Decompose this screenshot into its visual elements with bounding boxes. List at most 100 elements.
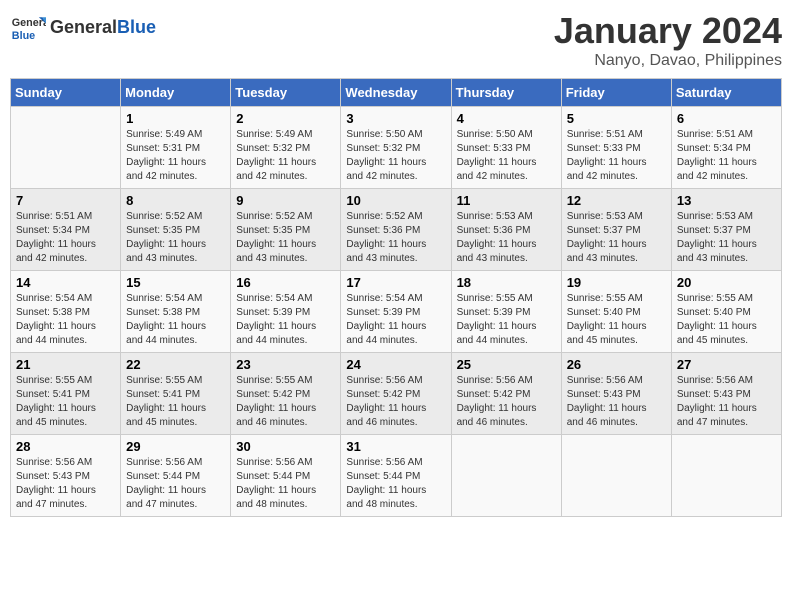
calendar-cell: 14Sunrise: 5:54 AMSunset: 5:38 PMDayligh…: [11, 271, 121, 353]
day-number: 27: [677, 357, 776, 372]
day-number: 16: [236, 275, 335, 290]
calendar-cell: [561, 435, 671, 517]
calendar-cell: 22Sunrise: 5:55 AMSunset: 5:41 PMDayligh…: [121, 353, 231, 435]
day-info: Sunrise: 5:56 AMSunset: 5:44 PMDaylight:…: [346, 456, 445, 512]
day-info: Sunrise: 5:55 AMSunset: 5:42 PMDaylight:…: [236, 374, 335, 430]
day-header-thursday: Thursday: [451, 79, 561, 107]
day-info: Sunrise: 5:50 AMSunset: 5:33 PMDaylight:…: [457, 128, 556, 184]
day-info: Sunrise: 5:53 AMSunset: 5:37 PMDaylight:…: [677, 210, 776, 266]
calendar-cell: 26 Sunrise: 5:56 AMSunset: 5:43 PMDayligh…: [561, 353, 671, 435]
calendar-cell: 20 Sunrise: 5:55 AMSunset: 5:40 PMDayligh…: [671, 271, 781, 353]
day-number: 12: [567, 193, 666, 208]
calendar-cell: [451, 435, 561, 517]
day-header-sunday: Sunday: [11, 79, 121, 107]
day-info: Sunrise: 5:54 AMSunset: 5:39 PMDaylight:…: [346, 292, 445, 348]
calendar-cell: 28Sunrise: 5:56 AMSunset: 5:43 PMDayligh…: [11, 435, 121, 517]
day-info: Sunrise: 5:56 AMSunset: 5:43 PMDaylight:…: [567, 374, 666, 430]
calendar-cell: 8Sunrise: 5:52 AMSunset: 5:35 PMDaylight…: [121, 189, 231, 271]
day-number: 31: [346, 439, 445, 454]
calendar-cell: [11, 107, 121, 189]
logo: General Blue GeneralBlue: [10, 10, 156, 46]
day-info: Sunrise: 5:53 AMSunset: 5:37 PMDaylight:…: [567, 210, 666, 266]
day-header-saturday: Saturday: [671, 79, 781, 107]
day-info: Sunrise: 5:54 AMSunset: 5:39 PMDaylight:…: [236, 292, 335, 348]
day-header-wednesday: Wednesday: [341, 79, 451, 107]
day-number: 4: [457, 111, 556, 126]
day-number: 15: [126, 275, 225, 290]
day-number: 10: [346, 193, 445, 208]
day-number: 26: [567, 357, 666, 372]
day-number: 21: [16, 357, 115, 372]
day-number: 23: [236, 357, 335, 372]
calendar-cell: 24Sunrise: 5:56 AMSunset: 5:42 PMDayligh…: [341, 353, 451, 435]
day-info: Sunrise: 5:52 AMSunset: 5:36 PMDaylight:…: [346, 210, 445, 266]
day-info: Sunrise: 5:49 AMSunset: 5:32 PMDaylight:…: [236, 128, 335, 184]
calendar-header-row: SundayMondayTuesdayWednesdayThursdayFrid…: [11, 79, 782, 107]
calendar-cell: 19Sunrise: 5:55 AMSunset: 5:40 PMDayligh…: [561, 271, 671, 353]
day-info: Sunrise: 5:56 AMSunset: 5:44 PMDaylight:…: [236, 456, 335, 512]
calendar-week-row: 28Sunrise: 5:56 AMSunset: 5:43 PMDayligh…: [11, 435, 782, 517]
month-title: January 2024: [554, 10, 782, 52]
day-info: Sunrise: 5:54 AMSunset: 5:38 PMDaylight:…: [126, 292, 225, 348]
calendar-cell: [671, 435, 781, 517]
day-number: 3: [346, 111, 445, 126]
day-number: 19: [567, 275, 666, 290]
calendar-cell: 6Sunrise: 5:51 AMSunset: 5:34 PMDaylight…: [671, 107, 781, 189]
calendar-week-row: 7 Sunrise: 5:51 AMSunset: 5:34 PMDaylight…: [11, 189, 782, 271]
day-info: Sunrise: 5:56 AMSunset: 5:44 PMDaylight:…: [126, 456, 225, 512]
calendar-cell: 2 Sunrise: 5:49 AMSunset: 5:32 PMDaylight…: [231, 107, 341, 189]
logo-blue-text: Blue: [117, 17, 156, 37]
calendar-cell: 10 Sunrise: 5:52 AMSunset: 5:36 PMDayligh…: [341, 189, 451, 271]
calendar-cell: 7 Sunrise: 5:51 AMSunset: 5:34 PMDaylight…: [11, 189, 121, 271]
day-number: 29: [126, 439, 225, 454]
day-number: 9: [236, 193, 335, 208]
location-title: Nanyo, Davao, Philippines: [554, 52, 782, 70]
logo-general-text: General: [50, 17, 117, 37]
calendar-cell: 15 Sunrise: 5:54 AMSunset: 5:38 PMDayligh…: [121, 271, 231, 353]
day-info: Sunrise: 5:49 AMSunset: 5:31 PMDaylight:…: [126, 128, 225, 184]
calendar-cell: 31 Sunrise: 5:56 AMSunset: 5:44 PMDayligh…: [341, 435, 451, 517]
calendar-cell: 21 Sunrise: 5:55 AMSunset: 5:41 PMDayligh…: [11, 353, 121, 435]
calendar-cell: 30 Sunrise: 5:56 AMSunset: 5:44 PMDayligh…: [231, 435, 341, 517]
day-number: 20: [677, 275, 776, 290]
day-info: Sunrise: 5:54 AMSunset: 5:38 PMDaylight:…: [16, 292, 115, 348]
calendar-week-row: 14Sunrise: 5:54 AMSunset: 5:38 PMDayligh…: [11, 271, 782, 353]
calendar-cell: 13 Sunrise: 5:53 AMSunset: 5:37 PMDayligh…: [671, 189, 781, 271]
day-info: Sunrise: 5:51 AMSunset: 5:34 PMDaylight:…: [16, 210, 115, 266]
day-info: Sunrise: 5:52 AMSunset: 5:35 PMDaylight:…: [236, 210, 335, 266]
day-info: Sunrise: 5:55 AMSunset: 5:41 PMDaylight:…: [126, 374, 225, 430]
page-header: General Blue GeneralBlue January 2024 Na…: [10, 10, 782, 70]
day-info: Sunrise: 5:50 AMSunset: 5:32 PMDaylight:…: [346, 128, 445, 184]
calendar-table: SundayMondayTuesdayWednesdayThursdayFrid…: [10, 78, 782, 517]
calendar-cell: 5 Sunrise: 5:51 AMSunset: 5:33 PMDaylight…: [561, 107, 671, 189]
calendar-cell: 18Sunrise: 5:55 AMSunset: 5:39 PMDayligh…: [451, 271, 561, 353]
day-number: 1: [126, 111, 225, 126]
day-info: Sunrise: 5:56 AMSunset: 5:42 PMDaylight:…: [346, 374, 445, 430]
day-info: Sunrise: 5:55 AMSunset: 5:41 PMDaylight:…: [16, 374, 115, 430]
calendar-week-row: 21 Sunrise: 5:55 AMSunset: 5:41 PMDayligh…: [11, 353, 782, 435]
day-number: 13: [677, 193, 776, 208]
day-number: 11: [457, 193, 556, 208]
day-header-tuesday: Tuesday: [231, 79, 341, 107]
calendar-cell: 29 Sunrise: 5:56 AMSunset: 5:44 PMDayligh…: [121, 435, 231, 517]
day-info: Sunrise: 5:55 AMSunset: 5:40 PMDaylight:…: [677, 292, 776, 348]
calendar-cell: 16 Sunrise: 5:54 AMSunset: 5:39 PMDayligh…: [231, 271, 341, 353]
day-number: 2: [236, 111, 335, 126]
day-info: Sunrise: 5:51 AMSunset: 5:33 PMDaylight:…: [567, 128, 666, 184]
calendar-cell: 3 Sunrise: 5:50 AMSunset: 5:32 PMDaylight…: [341, 107, 451, 189]
day-number: 5: [567, 111, 666, 126]
calendar-cell: 4 Sunrise: 5:50 AMSunset: 5:33 PMDaylight…: [451, 107, 561, 189]
day-info: Sunrise: 5:56 AMSunset: 5:42 PMDaylight:…: [457, 374, 556, 430]
day-number: 6: [677, 111, 776, 126]
calendar-cell: 17Sunrise: 5:54 AMSunset: 5:39 PMDayligh…: [341, 271, 451, 353]
day-number: 30: [236, 439, 335, 454]
svg-text:Blue: Blue: [12, 30, 35, 42]
title-area: January 2024 Nanyo, Davao, Philippines: [554, 10, 782, 70]
day-header-friday: Friday: [561, 79, 671, 107]
calendar-week-row: 1 Sunrise: 5:49 AMSunset: 5:31 PMDaylight…: [11, 107, 782, 189]
day-number: 18: [457, 275, 556, 290]
calendar-cell: 27Sunrise: 5:56 AMSunset: 5:43 PMDayligh…: [671, 353, 781, 435]
calendar-cell: 1 Sunrise: 5:49 AMSunset: 5:31 PMDaylight…: [121, 107, 231, 189]
logo-icon: General Blue: [10, 10, 46, 46]
day-number: 7: [16, 193, 115, 208]
